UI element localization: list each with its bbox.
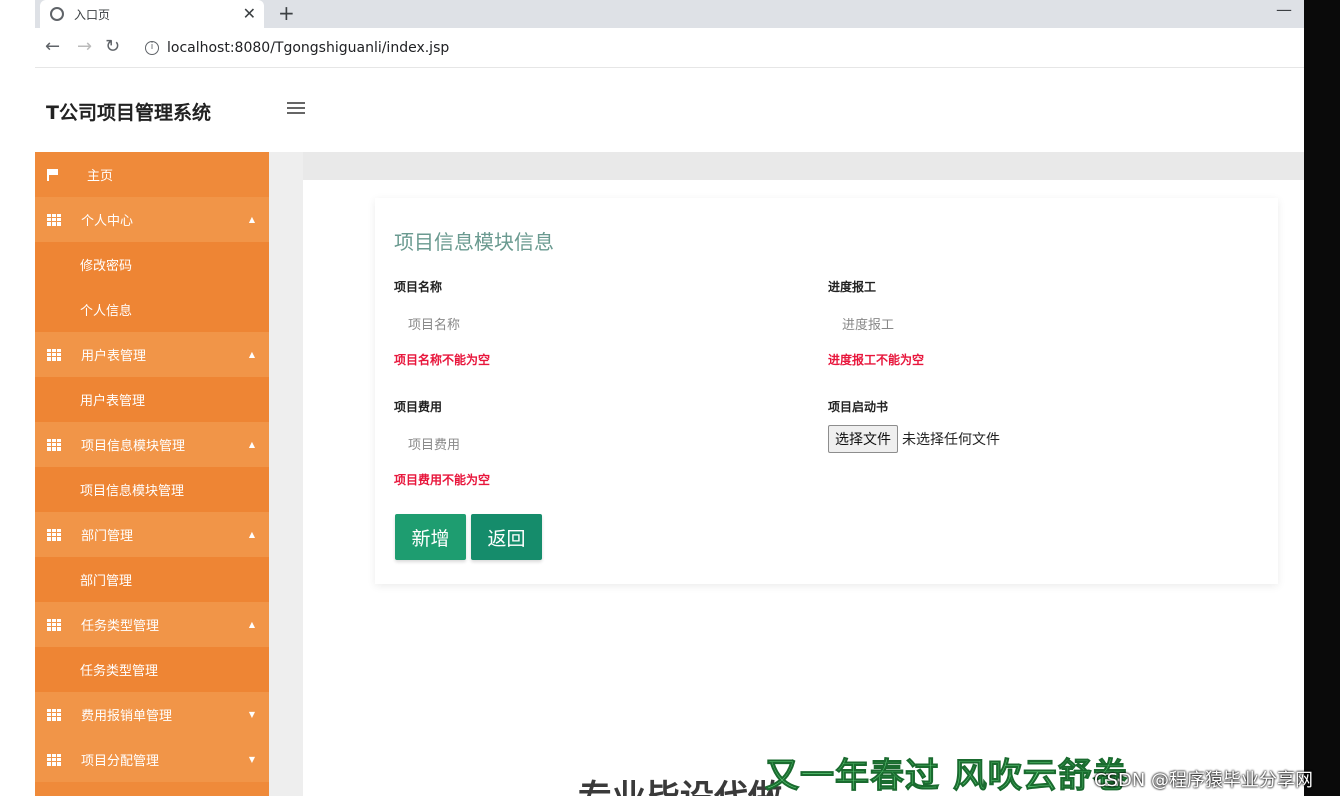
url-text: localhost:8080/Tgongshiguanli/index.jsp bbox=[167, 40, 450, 56]
tab-title: 入口页 bbox=[74, 7, 111, 22]
sidebar-item-label: 任务类型管理 bbox=[81, 619, 160, 634]
caret-icon: ▲ bbox=[248, 215, 255, 224]
sidebar-item-label: 用户表管理 bbox=[80, 394, 146, 409]
progress-input[interactable] bbox=[828, 310, 1208, 340]
add-button[interactable]: 新增 bbox=[395, 514, 466, 560]
sidebar-item-3[interactable]: 个人信息 bbox=[35, 287, 269, 332]
sidebar-item-label: 个人信息 bbox=[80, 304, 133, 319]
sidebar-item-label: 项目信息模块管理 bbox=[81, 439, 186, 454]
caret-icon: ▲ bbox=[248, 620, 255, 629]
app-header: T公司项目管理系统 bbox=[35, 68, 1304, 152]
sidebar: 主页 个人中心 ▲ 修改密码 个人信息 用户表管理 ▲ 用户表管理 项目信息模块管理 ▲ 项目信息模… bbox=[35, 152, 269, 796]
forward-arrow-icon[interactable]: → bbox=[77, 36, 92, 57]
project-name-input[interactable] bbox=[394, 310, 774, 340]
sidebar-item-11[interactable]: 任务类型管理 bbox=[35, 647, 269, 692]
sidebar-item-5[interactable]: 用户表管理 bbox=[35, 377, 269, 422]
sidebar-item-label: 任务类型管理 bbox=[80, 664, 159, 679]
form-title: 项目信息模块信息 bbox=[394, 230, 554, 254]
caret-icon: ▲ bbox=[248, 440, 255, 449]
content-top-strip bbox=[303, 152, 1304, 180]
reload-icon[interactable]: ↻ bbox=[105, 36, 120, 57]
sidebar-item-7[interactable]: 项目信息模块管理 bbox=[35, 467, 269, 512]
caret-icon: ▼ bbox=[248, 755, 255, 764]
sidebar-item-label: 部门管理 bbox=[81, 529, 134, 544]
sidebar-item-label: 部门管理 bbox=[80, 574, 133, 589]
sidebar-item-label: 项目信息模块管理 bbox=[80, 484, 185, 499]
grid-icon bbox=[47, 348, 61, 361]
sidebar-item-9[interactable]: 部门管理 bbox=[35, 557, 269, 602]
file-upload: 选择文件 未选择任何文件 bbox=[828, 425, 1000, 453]
grid-icon bbox=[47, 528, 61, 541]
watermark: CSDN @程序猿毕业分享网 bbox=[1094, 770, 1314, 791]
project-name-label: 项目名称 bbox=[394, 280, 443, 294]
progress-error: 进度报工不能为空 bbox=[828, 353, 925, 367]
overlay-caption-green: 又一年春过 风吹云舒卷 bbox=[765, 756, 1128, 796]
sidebar-item-0[interactable]: 主页 bbox=[35, 152, 269, 197]
browser-address-bar: ← → ↻ i localhost:8080/Tgongshiguanli/in… bbox=[35, 28, 1304, 68]
caret-icon: ▲ bbox=[248, 530, 255, 539]
sidebar-item-6[interactable]: 项目信息模块管理 ▲ bbox=[35, 422, 269, 467]
close-tab-icon[interactable]: ✕ bbox=[243, 4, 256, 23]
back-arrow-icon[interactable]: ← bbox=[45, 36, 60, 57]
caret-icon: ▼ bbox=[248, 710, 255, 719]
grid-icon bbox=[47, 618, 61, 631]
hamburger-menu-icon[interactable] bbox=[287, 100, 305, 116]
sidebar-item-8[interactable]: 部门管理 ▲ bbox=[35, 512, 269, 557]
project-cost-error: 项目费用不能为空 bbox=[394, 473, 491, 487]
content-gutter bbox=[269, 152, 303, 796]
window-edge bbox=[1304, 0, 1340, 796]
browser-tab[interactable]: 入口页 ✕ bbox=[40, 0, 264, 28]
sidebar-item-4[interactable]: 用户表管理 ▲ bbox=[35, 332, 269, 377]
project-cost-label: 项目费用 bbox=[394, 400, 443, 414]
grid-icon bbox=[47, 708, 61, 721]
grid-icon bbox=[47, 438, 61, 451]
grid-icon bbox=[47, 213, 61, 226]
browser-tabbar: 入口页 ✕ + — bbox=[35, 0, 1304, 28]
sidebar-item-12[interactable]: 费用报销单管理 ▼ bbox=[35, 692, 269, 737]
sidebar-item-label: 项目分配管理 bbox=[81, 754, 160, 769]
new-tab-icon[interactable]: + bbox=[278, 1, 295, 25]
progress-label: 进度报工 bbox=[828, 280, 877, 294]
sidebar-item-10[interactable]: 任务类型管理 ▲ bbox=[35, 602, 269, 647]
sidebar-item-label: 个人中心 bbox=[81, 214, 134, 229]
minimize-icon[interactable]: — bbox=[1276, 0, 1292, 19]
overlay-caption-dark: 专业毕设代做 bbox=[578, 770, 782, 796]
sidebar-item-label: 主页 bbox=[87, 169, 114, 184]
project-cost-input[interactable] bbox=[394, 430, 774, 460]
caret-icon: ▲ bbox=[248, 350, 255, 359]
choose-file-button[interactable]: 选择文件 bbox=[828, 425, 898, 453]
url-field[interactable]: i localhost:8080/Tgongshiguanli/index.js… bbox=[145, 33, 449, 63]
project-name-error: 项目名称不能为空 bbox=[394, 353, 491, 367]
grid-icon bbox=[47, 753, 61, 766]
sidebar-item-1[interactable]: 个人中心 ▲ bbox=[35, 197, 269, 242]
sidebar-item-13[interactable]: 项目分配管理 ▼ bbox=[35, 737, 269, 782]
globe-icon bbox=[50, 7, 64, 21]
sidebar-item-label: 费用报销单管理 bbox=[81, 709, 173, 724]
info-icon: i bbox=[145, 41, 159, 55]
flag-icon bbox=[47, 168, 59, 181]
startup-doc-label: 项目启动书 bbox=[828, 400, 889, 414]
screen: 入口页 ✕ + — ← → ↻ i localhost:8080/Tgongsh… bbox=[0, 0, 1340, 796]
back-button[interactable]: 返回 bbox=[471, 514, 542, 560]
sidebar-item-2[interactable]: 修改密码 bbox=[35, 242, 269, 287]
file-status: 未选择任何文件 bbox=[902, 432, 1000, 448]
form-card: 项目信息模块信息 项目名称 项目名称不能为空 进度报工 进度报工不能为空 项目费… bbox=[375, 198, 1278, 584]
sidebar-item-label: 用户表管理 bbox=[81, 349, 147, 364]
sidebar-item-label: 修改密码 bbox=[80, 259, 133, 274]
app-title: T公司项目管理系统 bbox=[46, 102, 211, 124]
